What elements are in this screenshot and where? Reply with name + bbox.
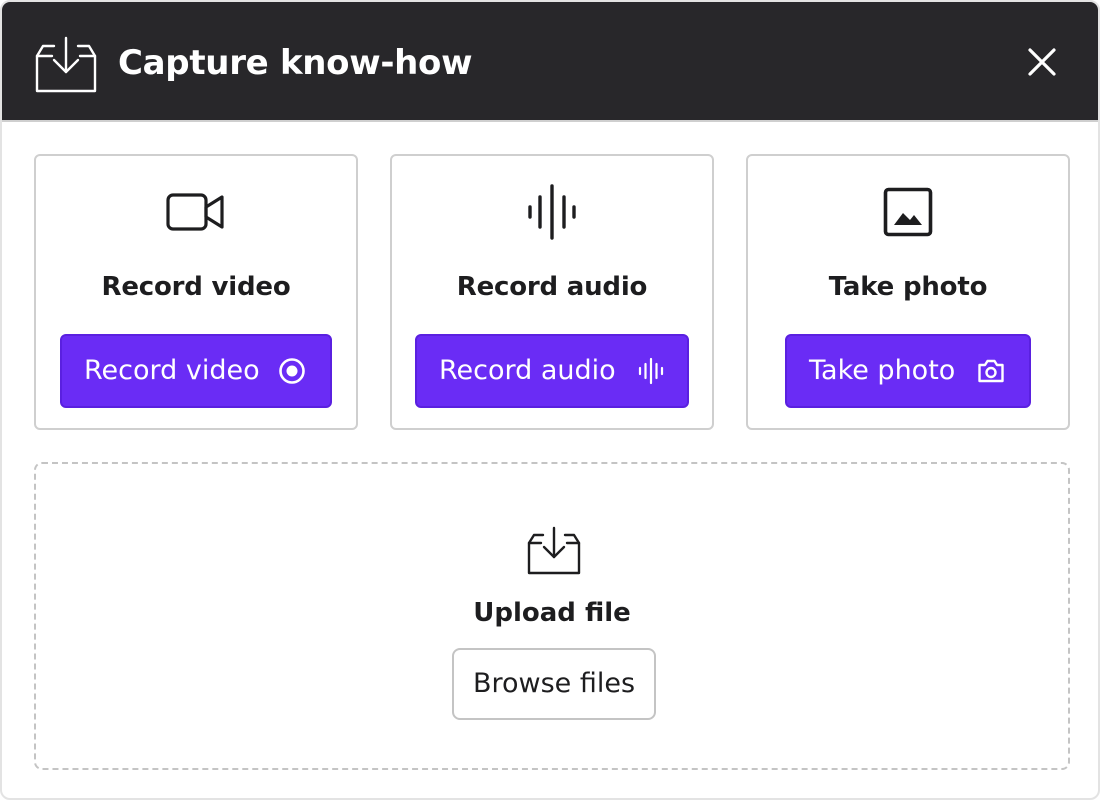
- record-audio-button[interactable]: Record audio: [415, 334, 689, 408]
- close-icon: [1028, 48, 1056, 76]
- record-video-title: Record video: [101, 272, 291, 302]
- record-icon: [278, 357, 306, 385]
- upload-title: Upload file: [473, 598, 631, 628]
- close-button[interactable]: [1018, 38, 1066, 86]
- tray-download-icon: [526, 526, 582, 576]
- dialog-title: Capture know-how: [118, 43, 473, 83]
- record-audio-card: Record audio Record audio: [390, 154, 714, 430]
- record-video-card: Record video Record video: [34, 154, 358, 430]
- take-photo-button[interactable]: Take photo: [785, 334, 1031, 408]
- upload-dropzone[interactable]: Upload file Browse files: [34, 462, 1070, 770]
- video-camera-icon: [164, 184, 228, 240]
- audio-waveform-icon: [520, 184, 584, 240]
- capture-dialog: Capture know-how Record video Record vid…: [0, 0, 1100, 800]
- tray-download-icon: [34, 36, 98, 94]
- waveform-icon: [637, 357, 665, 385]
- take-photo-card: Take photo Take photo: [746, 154, 1070, 430]
- record-video-button[interactable]: Record video: [60, 334, 332, 408]
- camera-icon: [977, 357, 1005, 385]
- take-photo-title: Take photo: [828, 272, 988, 302]
- take-photo-button-label: Take photo: [809, 355, 956, 386]
- record-audio-button-label: Record audio: [439, 355, 616, 386]
- browse-files-button[interactable]: Browse files: [452, 648, 656, 720]
- dialog-header: Capture know-how: [2, 2, 1098, 122]
- record-audio-title: Record audio: [456, 272, 648, 302]
- image-icon: [876, 184, 940, 240]
- record-video-button-label: Record video: [84, 355, 260, 386]
